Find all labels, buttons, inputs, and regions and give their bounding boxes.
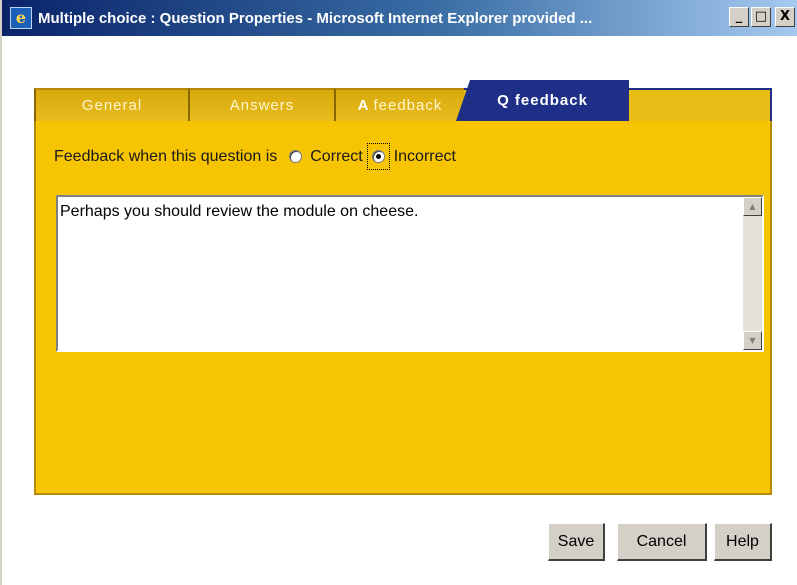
cancel-button[interactable]: Cancel	[617, 523, 707, 561]
help-button[interactable]: Help	[714, 523, 772, 561]
tab-label: General	[81, 97, 143, 114]
minimize-button[interactable]: _	[729, 7, 749, 27]
tab-label: Answers	[229, 97, 295, 114]
scroll-down-arrow-icon[interactable]: ▼	[743, 331, 762, 350]
maximize-button[interactable]: □	[751, 7, 771, 27]
feedback-prompt: Feedback when this question is	[54, 147, 278, 165]
incorrect-radio-focus[interactable]	[366, 143, 390, 170]
dialog-window: e Multiple choice : Question Properties …	[0, 0, 797, 585]
ie-icon: e	[10, 7, 32, 29]
feedback-textarea[interactable]: Perhaps you should review the module on …	[56, 195, 764, 352]
incorrect-label[interactable]: Incorrect	[394, 148, 456, 166]
save-button[interactable]: Save	[548, 523, 605, 561]
scroll-up-arrow-icon[interactable]: ▲	[743, 197, 762, 216]
tab-a-feedback[interactable]: A feedback	[334, 88, 464, 121]
window-controls: _ □ X	[729, 7, 795, 27]
close-button[interactable]: X	[775, 7, 795, 27]
window-title: Multiple choice : Question Properties - …	[38, 9, 593, 27]
title-bar[interactable]: e Multiple choice : Question Properties …	[2, 0, 797, 36]
vertical-scrollbar[interactable]: ▲ ▼	[743, 197, 762, 350]
tab-general[interactable]: General	[34, 88, 188, 121]
incorrect-radio[interactable]	[371, 150, 385, 163]
feedback-options-row: Feedback when this question is Correct I…	[54, 143, 456, 170]
tab-strip: General Answers A feedback Q feedback	[34, 80, 772, 121]
tab-label: feedback	[373, 97, 443, 114]
tab-label: Q feedback	[497, 92, 588, 109]
tab-q-feedback[interactable]: Q feedback	[456, 80, 629, 121]
feedback-panel: Feedback when this question is Correct I…	[34, 121, 772, 495]
tab-prefix: A	[357, 97, 370, 114]
correct-radio[interactable]	[289, 150, 303, 163]
correct-label[interactable]: Correct	[310, 148, 362, 166]
tab-answers[interactable]: Answers	[188, 88, 334, 121]
feedback-text[interactable]: Perhaps you should review the module on …	[60, 203, 418, 221]
